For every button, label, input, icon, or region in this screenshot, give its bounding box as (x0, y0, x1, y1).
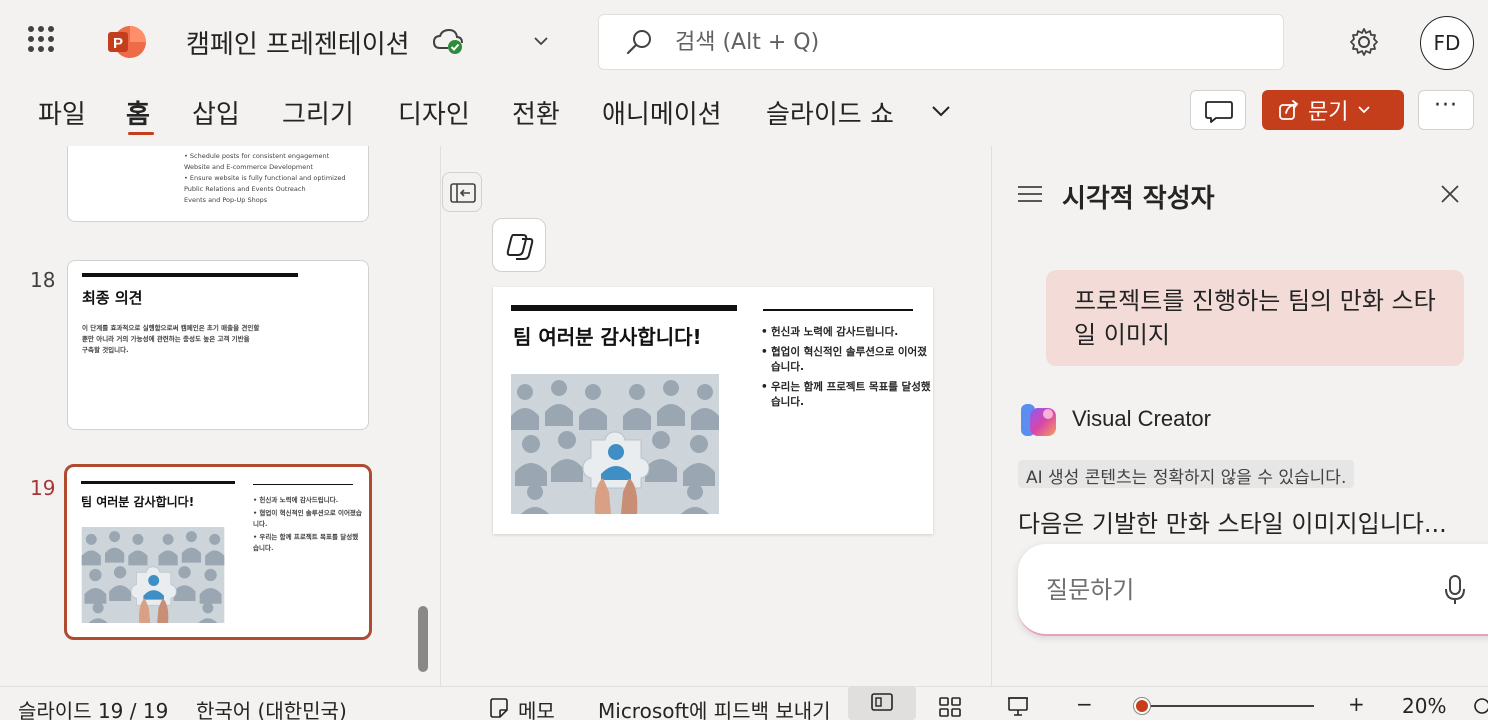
tab-slideshow[interactable]: 슬라이드 쇼 (766, 94, 894, 131)
thumb-divider (253, 484, 353, 485)
notes-button[interactable]: 메모 (518, 695, 555, 720)
close-icon[interactable] (1438, 182, 1462, 206)
cloud-saved-icon[interactable] (432, 28, 466, 56)
slide-thumbnail-17[interactable]: • Schedule posts for consistent engageme… (67, 146, 369, 222)
comments-button[interactable] (1190, 90, 1246, 130)
app-launcher-icon[interactable] (28, 26, 58, 56)
hamburger-menu-icon[interactable] (1016, 182, 1044, 206)
thumb-title: 최종 의견 (82, 289, 143, 307)
share-button[interactable]: 문기 (1262, 90, 1404, 130)
search-icon (626, 30, 651, 55)
powerpoint-logo-icon: P (108, 26, 146, 58)
notes-icon[interactable] (488, 697, 510, 719)
status-bar: 슬라이드 19 / 19 한국어 (대한민국) 메모 Microsoft에 피드… (0, 686, 1488, 720)
slide-bullet: 우리는 함께 프로젝트 목표를 달성했습니다. (761, 380, 931, 410)
slide-thumbnail-19[interactable]: 팀 여러분 감사합니다! • 헌신과 노력에 감사드립니다. • 협업이 혁신적… (64, 464, 372, 640)
copilot-button[interactable] (492, 218, 546, 272)
slide-title-bar (511, 305, 737, 311)
slide-number-18: 18 (30, 268, 56, 292)
svg-text:P: P (113, 35, 123, 52)
search-box[interactable] (598, 14, 1284, 70)
assistant-response: 다음은 기발한 만화 스타일 이미지입니다... (1018, 510, 1447, 538)
thumb-text: Public Relations and Events Outreach (184, 185, 306, 193)
language-indicator[interactable]: 한국어 (대한민국) (196, 695, 347, 720)
visual-creator-logo-icon (1021, 404, 1056, 436)
ai-disclaimer-badge: AI 생성 콘텐츠는 정확하지 않을 수 있습니다. (1018, 460, 1355, 488)
search-input[interactable] (675, 25, 1235, 59)
normal-view-icon (871, 693, 893, 711)
slide-bullet-list[interactable]: 헌신과 노력에 감사드립니다. 협업이 혁신적인 솔루션으로 이어졌습니다. 우… (761, 325, 931, 415)
zoom-out-button[interactable]: − (1076, 692, 1093, 716)
slide-bullet: 헌신과 노력에 감사드립니다. (761, 325, 931, 340)
current-slide[interactable]: 팀 여러분 감사합니다! 헌신과 노력에 감사드립니다. 협업이 혁신적인 솔루… (493, 287, 933, 534)
thumb-text: Website and E-commerce Development (184, 163, 313, 171)
user-prompt-bubble: 프로젝트를 진행하는 팀의 만화 스타일 이미지 (1046, 270, 1464, 366)
thumb-bullet: • 협업이 혁신적인 솔루션으로 이어졌습니다. (253, 509, 362, 528)
zoom-level[interactable]: 20% (1402, 694, 1446, 718)
share-label: 문기 (1308, 100, 1349, 125)
document-title[interactable]: 캠페인 프레젠테이션 (186, 24, 410, 61)
chevron-down-icon (1358, 106, 1371, 114)
active-tab-indicator (128, 132, 154, 135)
thumbnail-scrollbar[interactable] (418, 606, 428, 672)
tab-transitions[interactable]: 전환 (512, 94, 560, 131)
thumb-title: 팀 여러분 감사합니다! (81, 495, 195, 509)
thumb-bullet: • 헌신과 노력에 감사드립니다. (253, 496, 339, 504)
ask-box[interactable] (1018, 544, 1488, 636)
feedback-link[interactable]: Microsoft에 피드백 보내기 (598, 695, 831, 720)
tab-insert[interactable]: 삽입 (192, 94, 240, 131)
collapse-pane-button[interactable] (442, 172, 482, 212)
thumb-title-bar (81, 481, 235, 484)
thumb-bullet: • 우리는 함께 프로젝트 목표를 달성했습니다. (253, 533, 359, 552)
tab-home[interactable]: 홈 (126, 94, 150, 131)
zoom-in-button[interactable]: + (1348, 692, 1365, 716)
more-tabs-chevron-icon[interactable] (930, 102, 952, 120)
thumb-text: Events and Pop-Up Shops (184, 196, 268, 204)
collapse-left-icon (450, 183, 476, 203)
thumb-text: 이 단계를 효과적으로 실행함으로써 캠페인은 초기 매출을 견인할 (82, 324, 260, 332)
thumb-text: 뿐만 아니라 거의 가능성에 관련하는 충성도 높은 고객 기반을 (82, 335, 250, 343)
tab-draw[interactable]: 그리기 (282, 94, 354, 131)
team-puzzle-image[interactable] (511, 374, 719, 514)
slide-title[interactable]: 팀 여러분 감사합니다! (513, 321, 702, 350)
tab-design[interactable]: 디자인 (398, 94, 470, 131)
slideshow-view-icon[interactable] (1006, 694, 1030, 718)
normal-view-button[interactable] (848, 686, 916, 720)
slide-thumbnail-pane: • Schedule posts for consistent engageme… (0, 146, 440, 686)
thumb-team-image (81, 527, 225, 623)
zoom-slider-knob[interactable] (1134, 698, 1150, 714)
more-options-button[interactable]: ··· (1418, 90, 1474, 130)
slide-divider-line (763, 309, 913, 311)
thumb-text: • Schedule posts for consistent engageme… (184, 152, 330, 160)
pane-title: 시각적 작성자 (1062, 184, 1215, 214)
avatar[interactable]: FD (1420, 16, 1474, 70)
tab-file[interactable]: 파일 (38, 94, 86, 131)
fit-to-window-icon[interactable] (1472, 696, 1488, 716)
thumb-text: 구축할 것입니다. (82, 346, 129, 354)
slide-bullet: 협업이 혁신적인 솔루션으로 이어졌습니다. (761, 345, 931, 375)
microphone-icon[interactable] (1444, 574, 1466, 606)
slide-thumbnail-18[interactable]: 최종 의견 이 단계를 효과적으로 실행함으로써 캠페인은 초기 매출을 견인할… (67, 260, 369, 430)
share-icon (1279, 100, 1299, 120)
comment-icon (1205, 101, 1233, 123)
slide-number-19: 19 (30, 476, 56, 500)
chevron-down-icon[interactable] (532, 32, 550, 50)
gear-icon[interactable] (1348, 26, 1380, 58)
thumb-text: • Ensure website is fully functional and… (184, 174, 346, 182)
thumb-title-bar (82, 273, 298, 277)
ask-input[interactable] (1046, 572, 1426, 608)
copilot-icon (506, 234, 534, 260)
slide-counter: 슬라이드 19 / 19 (18, 699, 169, 720)
slide-sorter-icon[interactable] (938, 696, 962, 718)
tab-animations[interactable]: 애니메이션 (602, 94, 722, 131)
assistant-name: Visual Creator (1072, 406, 1211, 431)
zoom-slider[interactable] (1134, 705, 1314, 707)
